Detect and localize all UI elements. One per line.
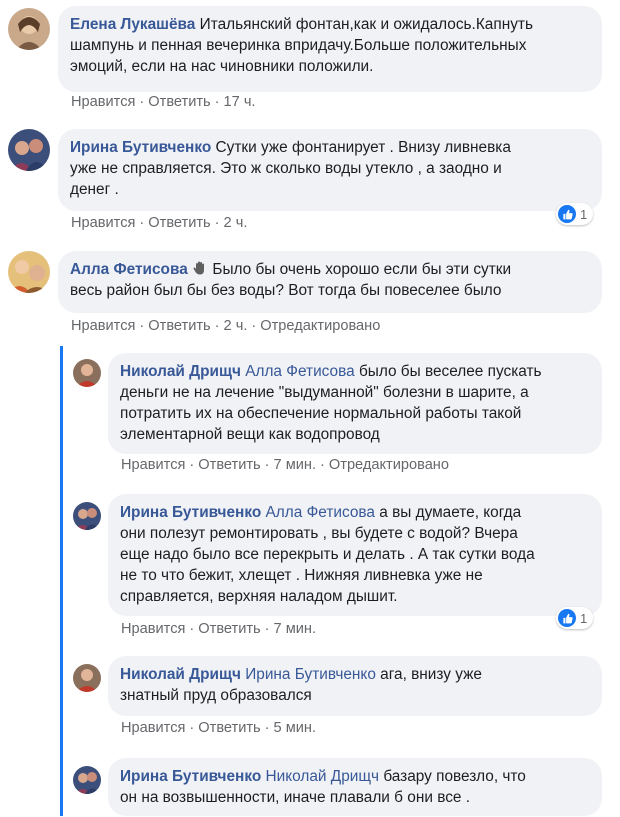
like-link[interactable]: Нравится	[71, 215, 135, 231]
edited-label[interactable]: Отредактировано	[260, 318, 380, 334]
reply-text-line: справляется, верхняя наладом дышит.	[120, 588, 398, 605]
avatar[interactable]	[73, 359, 101, 387]
like-link[interactable]: Нравится	[121, 621, 185, 637]
comment-text-line: Итальянский фонтан,как и ожидалось.Капну…	[199, 16, 533, 33]
avatar[interactable]	[8, 8, 50, 50]
comment-author[interactable]: Ирина Бутивченко	[70, 139, 211, 156]
like-link[interactable]: Нравится	[121, 720, 185, 736]
like-reaction-icon	[558, 609, 576, 627]
separator: ·	[214, 318, 220, 334]
reply-actions: Нравится · Ответить · 7 мин. · Отредактировано	[121, 457, 449, 473]
comment-bubble: Ирина Бутивченко Сутки уже фонтанирует .…	[58, 129, 602, 211]
like-reaction-icon	[558, 205, 576, 223]
avatar[interactable]	[73, 766, 101, 794]
reaction-count[interactable]: 1	[556, 203, 594, 225]
reply-text-line: еще надо было все перекрыть и делать . А…	[120, 546, 535, 563]
separator: ·	[189, 457, 195, 473]
reply-text-line: элементарной вещи как водопровод	[120, 426, 380, 443]
reply-text-line: знатный пруд образовался	[120, 687, 312, 704]
reply-author[interactable]: Ирина Бутивченко	[120, 768, 261, 785]
reply-link[interactable]: Ответить	[148, 94, 210, 110]
timestamp[interactable]: 2 ч.	[224, 215, 248, 231]
like-link[interactable]: Нравится	[71, 94, 135, 110]
reply-bubble: Ирина Бутивченко Алла Фетисова а вы дума…	[108, 494, 602, 616]
comment-text-line: денег .	[70, 181, 119, 198]
comment-actions: Нравится · Ответить · 17 ч.	[71, 94, 256, 110]
comment-text-line: шампунь и пенная вечеринка впридачу.Боль…	[70, 37, 527, 54]
reply-text-line: базару повезло, что	[383, 768, 526, 785]
avatar[interactable]	[8, 251, 50, 293]
separator: ·	[189, 720, 195, 736]
separator: ·	[264, 720, 270, 736]
mention-link[interactable]: Ирина Бутивченко	[245, 666, 376, 683]
separator: ·	[251, 318, 257, 334]
reply-link[interactable]: Ответить	[148, 215, 210, 231]
separator: ·	[320, 457, 325, 473]
reply-text-line: он на возвышенности, иначе плавали б они…	[120, 789, 471, 806]
reply-author[interactable]: Ирина Бутивченко	[120, 504, 261, 521]
reply-bubble: Николай Дрищч Ирина Бутивченко ага, вниз…	[108, 656, 602, 716]
separator: ·	[214, 94, 220, 110]
avatar[interactable]	[73, 664, 101, 692]
comment-text-line: весь район был бы без воды? Вот тогда бы…	[70, 282, 502, 299]
reply-link[interactable]: Ответить	[148, 318, 210, 334]
avatar[interactable]	[73, 502, 101, 530]
reply-text-line: не то что бежит, хлещет . Нижняя ливневк…	[120, 567, 483, 584]
separator: ·	[139, 318, 145, 334]
reaction-count[interactable]: 1	[556, 607, 594, 629]
reply-link[interactable]: Ответить	[198, 720, 260, 736]
reply-link[interactable]: Ответить	[198, 621, 260, 637]
separator: ·	[139, 215, 145, 231]
comment-bubble: Алла Фетисова Было бы очень хорошо если …	[58, 251, 602, 313]
reply-author[interactable]: Николай Дрищч	[120, 363, 241, 380]
reply-text-line: а вы думаете, когда	[379, 504, 522, 521]
reply-text-line: потратить их на обеспечение нормальной р…	[120, 405, 522, 422]
avatar[interactable]	[8, 129, 50, 171]
comments-feed: Елена Лукашёва Итальянский фонтан,как и …	[0, 0, 620, 817]
separator: ·	[264, 621, 270, 637]
comment-bubble: Елена Лукашёва Итальянский фонтан,как и …	[58, 6, 602, 92]
waving-hand-icon	[193, 261, 205, 275]
separator: ·	[214, 215, 220, 231]
timestamp[interactable]: 17 ч.	[224, 94, 256, 110]
mention-link[interactable]: Николай Дрищч	[266, 768, 380, 785]
separator: ·	[139, 94, 145, 110]
comment-text-line: Было бы очень хорошо если бы эти сутки	[212, 261, 512, 278]
reply-text-line: деньги не на лечение "выдуманной" болезн…	[120, 384, 529, 401]
mention-link[interactable]: Алла Фетисова	[245, 363, 354, 380]
comment-actions: Нравится · Ответить · 2 ч.	[71, 215, 247, 231]
comment-author[interactable]: Алла Фетисова	[70, 261, 188, 278]
comment-text-line: эмоций, если на нас чиновники положили.	[70, 58, 374, 75]
comment-text-line: Сутки уже фонтанирует . Внизу ливневка	[215, 139, 511, 156]
like-link[interactable]: Нравится	[121, 457, 185, 473]
separator: ·	[264, 457, 270, 473]
separator: ·	[189, 621, 195, 637]
reply-text-line: было бы веселее пускать	[358, 363, 542, 380]
like-link[interactable]: Нравится	[71, 318, 135, 334]
comment-actions: Нравится · Ответить · 2 ч. · Отредактировано	[71, 318, 380, 334]
comment-text-line: уже не справляется. Это ж сколько воды у…	[70, 160, 502, 177]
timestamp[interactable]: 5 мин.	[274, 720, 316, 736]
reply-actions: Нравится · Ответить · 7 мин.	[121, 621, 316, 637]
reply-bubble: Николай Дрищч Алла Фетисова было бы весе…	[108, 353, 602, 454]
reply-link[interactable]: Ответить	[198, 457, 260, 473]
reply-bubble: Ирина Бутивченко Николай Дрищч базару по…	[108, 758, 602, 816]
reply-actions: Нравится · Ответить · 5 мин.	[121, 720, 316, 736]
timestamp[interactable]: 7 мин.	[274, 457, 316, 473]
reply-author[interactable]: Николай Дрищч	[120, 666, 241, 683]
reply-text-line: ага, внизу уже	[380, 666, 482, 683]
edited-label[interactable]: Отредактировано	[329, 457, 449, 473]
comment-author[interactable]: Елена Лукашёва	[70, 16, 195, 33]
reply-thread-line	[60, 346, 63, 816]
timestamp[interactable]: 7 мин.	[274, 621, 316, 637]
mention-link[interactable]: Алла Фетисова	[266, 504, 375, 521]
reply-text-line: они полезут ремонтировать , вы будете с …	[120, 525, 518, 542]
timestamp[interactable]: 2 ч.	[224, 318, 248, 334]
